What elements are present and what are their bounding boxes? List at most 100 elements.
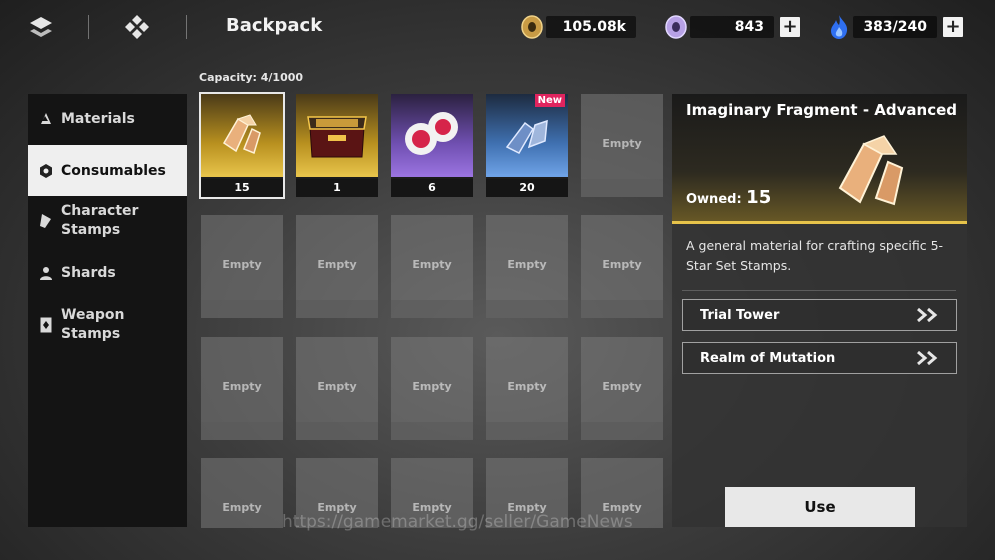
card-icon [38,317,54,333]
divider [88,15,89,39]
slot-footer [296,422,378,440]
inventory-slot-empty[interactable]: Empty [486,337,568,440]
owned-count: Owned: 15 [686,187,771,208]
source-label: Trial Tower [700,307,780,323]
person-icon [38,265,54,281]
rarity-bar [672,221,967,224]
sidebar-item-label: Shards [61,265,116,281]
blue-flame-icon [827,15,851,39]
rarity-bar [296,174,378,177]
divider [682,290,956,291]
slot-footer [581,422,663,440]
inventory-slot-empty[interactable]: Empty [201,337,283,440]
top-bar: Backpack 105.08k 843 + 383/240 + [0,0,995,56]
divider [186,15,187,39]
inventory-slot-treasure-chest[interactable]: 1 [296,94,378,197]
category-sidebar: Materials Consumables Character Stamps S… [28,94,187,527]
slot-footer [296,300,378,318]
inventory-slot-empty[interactable]: Empty [581,215,663,318]
stamina-value: 383/240 [853,16,937,38]
gem-value: 843 [690,16,774,38]
page-title: Backpack [226,15,323,36]
inventory-slot-empty[interactable]: Empty [581,94,663,197]
use-button[interactable]: Use [725,487,915,527]
inventory-slot-imaginary-fragment[interactable]: 15 [199,92,285,199]
empty-label: Empty [507,258,547,271]
add-gem-button[interactable]: + [780,17,800,37]
owned-label: Owned: [686,192,742,207]
slot-footer [581,300,663,318]
flask-icon [38,111,54,127]
inventory-slot-empty[interactable]: Empty [296,337,378,440]
hexagon-icon [38,163,54,179]
item-count: 1 [296,179,378,197]
item-count: 20 [486,179,568,197]
inventory-slot-empty[interactable]: Empty [201,458,283,528]
empty-label: Empty [412,258,452,271]
owned-value: 15 [746,187,772,208]
slot-footer [581,179,663,197]
sidebar-item-label: Character Stamps [61,203,139,238]
sidebar-item-label: Weapon Stamps [61,307,125,342]
sidebar-item-label: Consumables [61,162,166,179]
double-chevron-right-icon [916,350,940,370]
pen-nib-icon [38,213,54,229]
currency-gold: 105.08k [520,15,636,39]
empty-label: Empty [412,380,452,393]
red-spheres-icon [391,94,473,176]
menu-diamonds-icon[interactable] [26,12,56,42]
empty-label: Empty [222,258,262,271]
inventory-slot-blue-fragment[interactable]: New 20 [486,94,568,197]
slot-footer [201,422,283,440]
source-button-realm-of-mutation[interactable]: Realm of Mutation [682,342,957,374]
inventory-slot-empty[interactable]: Empty [201,215,283,318]
four-diamond-icon[interactable] [122,12,152,42]
empty-label: Empty [602,137,642,150]
rarity-bar [486,174,568,177]
watermark: https://gamemarket.gg/seller/GameNews [282,512,633,532]
empty-label: Empty [317,380,357,393]
inventory-slot-empty[interactable]: Empty [581,337,663,440]
sidebar-item-weapon-stamps[interactable]: Weapon Stamps [28,304,187,346]
empty-label: Empty [602,258,642,271]
empty-label: Empty [222,501,262,514]
slot-footer [201,300,283,318]
add-stamina-button[interactable]: + [943,17,963,37]
currency-gem: 843 + [664,15,800,39]
source-button-trial-tower[interactable]: Trial Tower [682,299,957,331]
source-label: Realm of Mutation [700,350,836,366]
slot-footer [486,422,568,440]
capacity-label: Capacity: 4/1000 [199,71,304,84]
rarity-bar [391,174,473,177]
slot-footer [391,422,473,440]
detail-header: Imaginary Fragment - Advanced Owned: 15 [672,94,967,224]
slot-footer [391,300,473,318]
sidebar-item-character-stamps[interactable]: Character Stamps [28,200,187,242]
imaginary-fragment-icon [822,122,922,222]
gold-value: 105.08k [546,16,636,38]
item-count: 15 [201,179,283,197]
rarity-bar [201,174,283,177]
sidebar-item-consumables[interactable]: Consumables [28,145,187,196]
prism-gem-icon [664,15,688,39]
treasure-chest-icon [296,94,378,176]
new-badge: New [534,94,565,107]
double-chevron-right-icon [916,307,940,327]
inventory-slot-empty[interactable]: Empty [391,215,473,318]
gold-coin-icon [520,15,544,39]
imaginary-fragment-icon [201,94,283,176]
sidebar-item-shards[interactable]: Shards [28,258,187,288]
sidebar-item-label: Materials [61,111,135,127]
item-detail-panel: Imaginary Fragment - Advanced Owned: 15 … [672,94,967,527]
item-description: A general material for crafting specific… [686,238,944,273]
sidebar-item-materials[interactable]: Materials [28,104,187,134]
inventory-slot-empty[interactable]: Empty [391,337,473,440]
slot-footer [486,300,568,318]
currency-stamina: 383/240 + [827,15,963,39]
empty-label: Empty [317,258,357,271]
empty-label: Empty [507,380,547,393]
empty-label: Empty [222,380,262,393]
inventory-slot-red-spheres[interactable]: 6 [391,94,473,197]
inventory-slot-empty[interactable]: Empty [296,215,378,318]
inventory-slot-empty[interactable]: Empty [486,215,568,318]
